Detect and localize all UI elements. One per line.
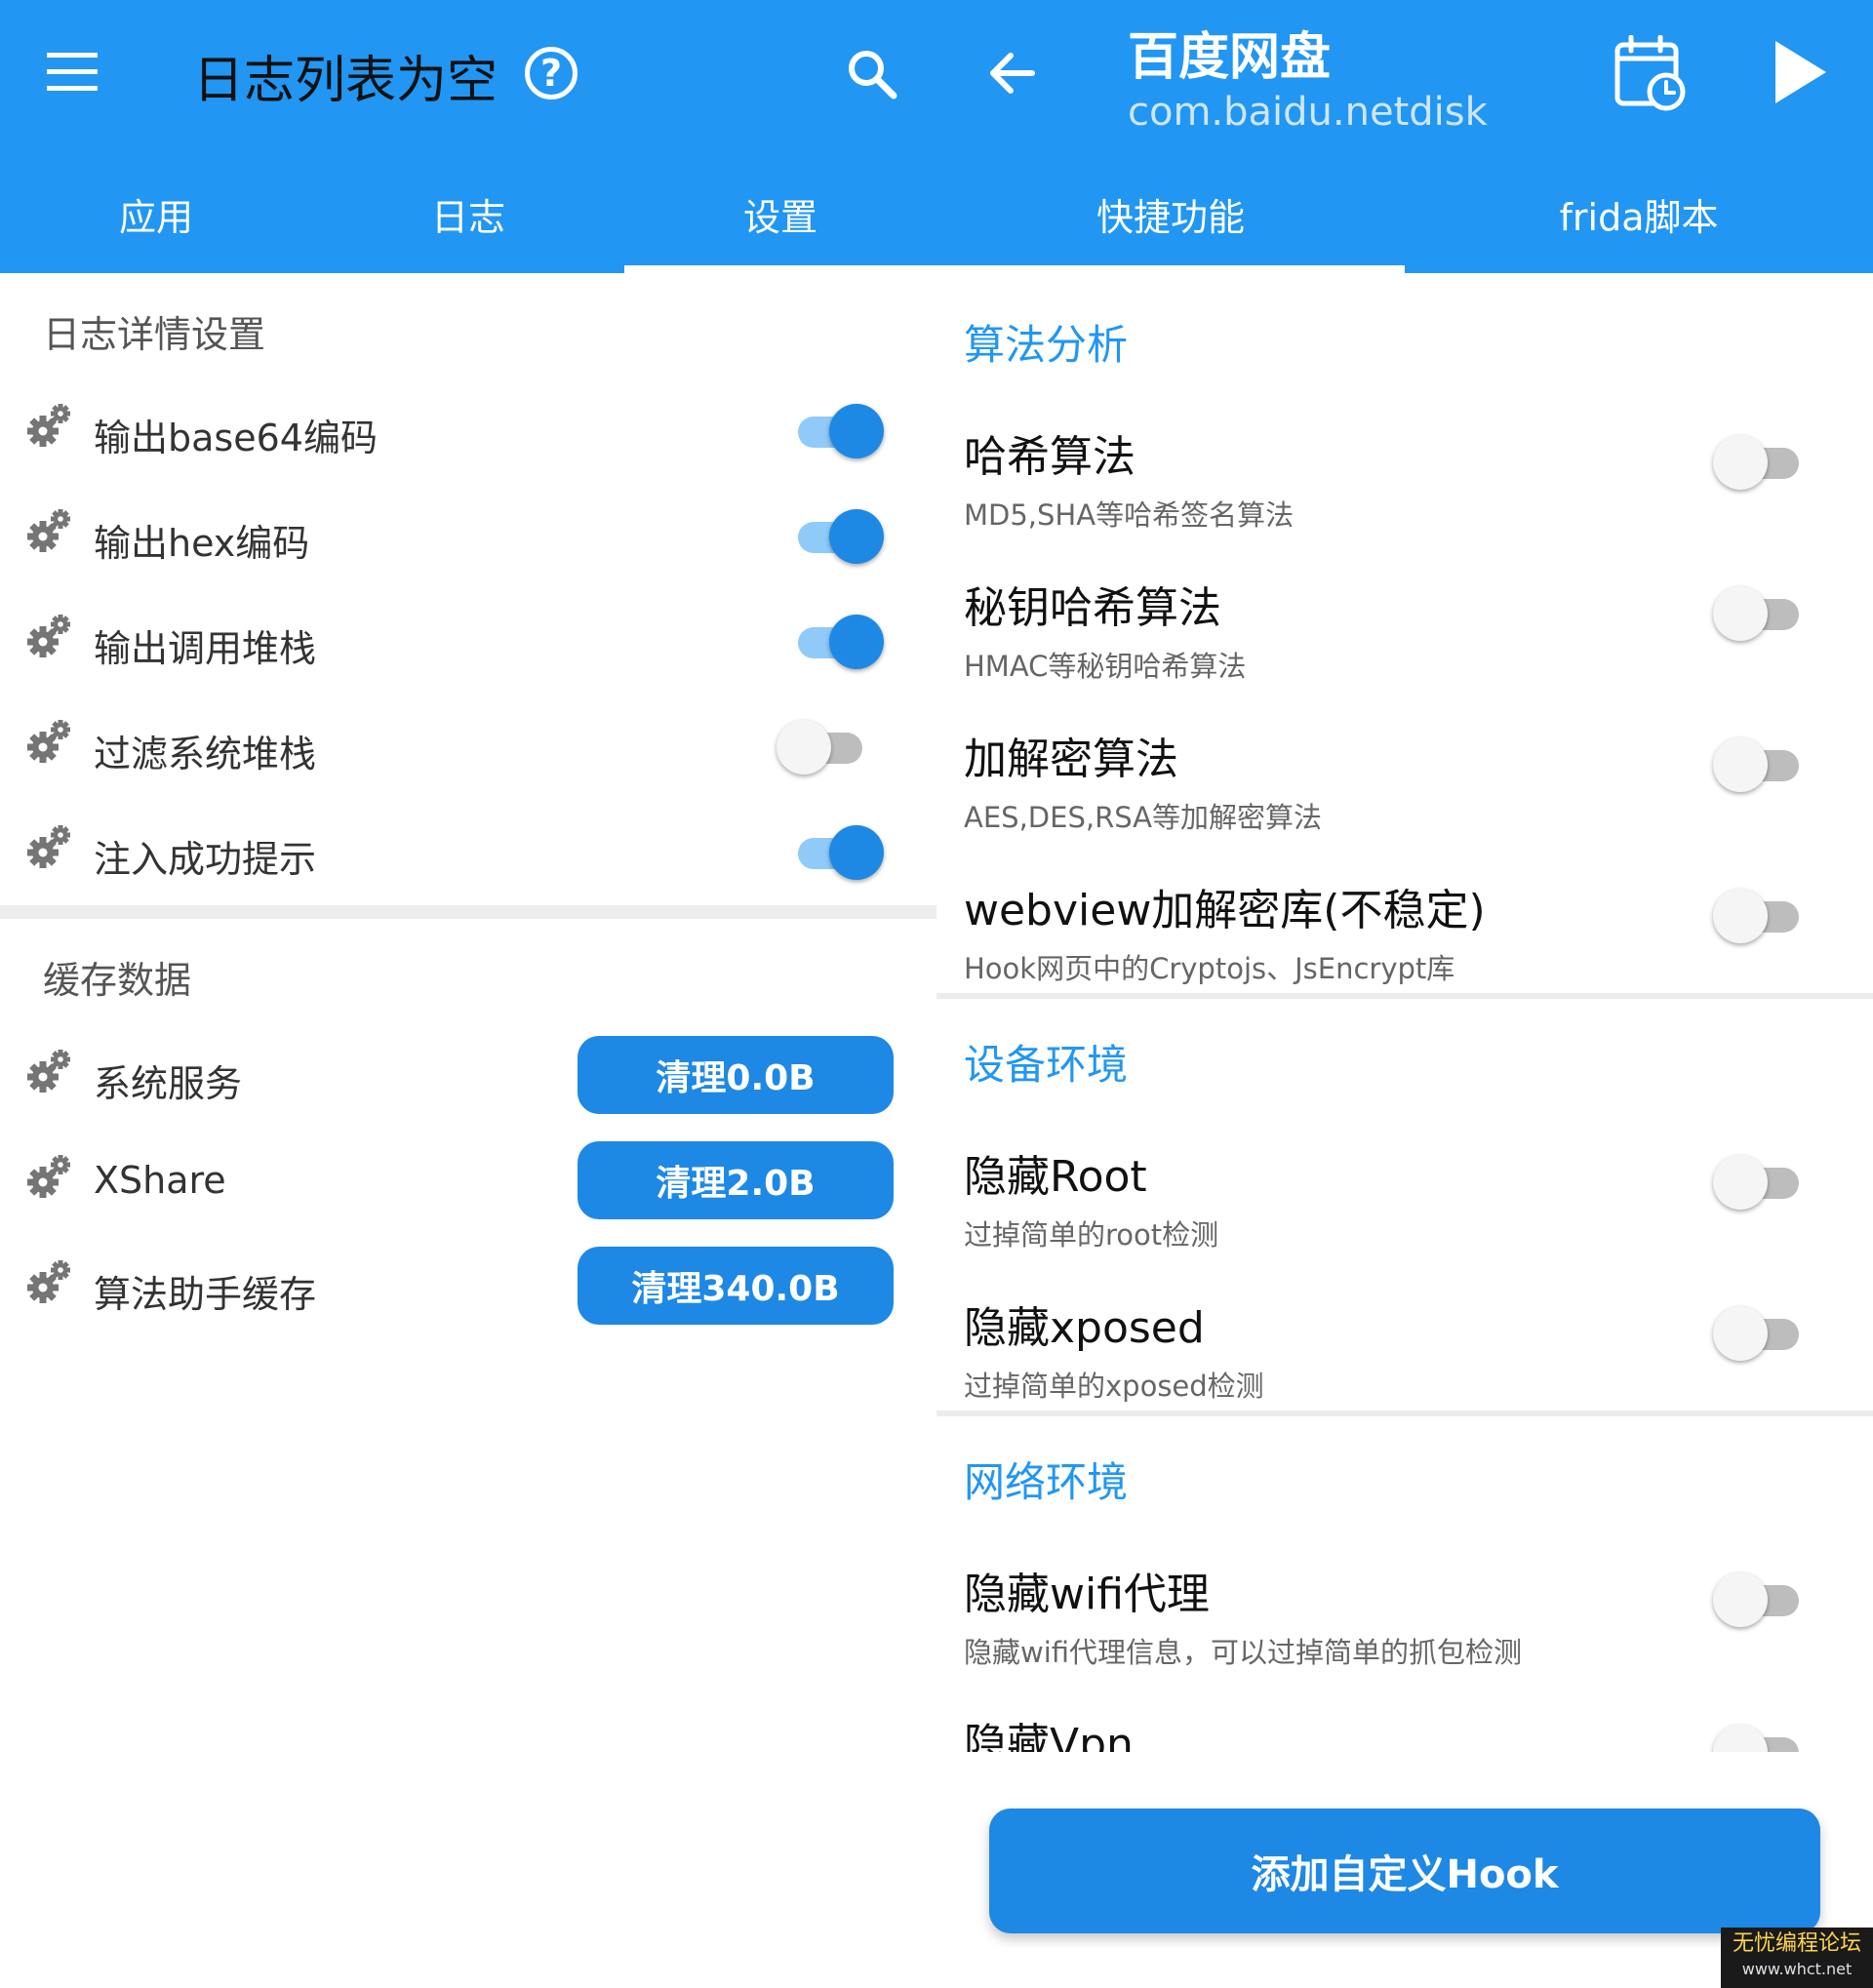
hook-item-title: 隐藏wifi代理	[964, 1570, 1210, 1619]
gear-icon	[27, 720, 70, 763]
hook-item-title: 隐藏Root	[964, 1152, 1147, 1202]
hook-item-title: 加解密算法	[964, 735, 1178, 784]
section-title-cache: 缓存数据	[43, 959, 192, 1002]
play-icon[interactable]	[1772, 39, 1828, 105]
search-icon[interactable]	[845, 47, 897, 99]
tab-quick-functions[interactable]: 快捷功能	[1096, 187, 1245, 241]
calendar-clock-icon[interactable]	[1614, 35, 1688, 111]
tab-settings[interactable]: 设置	[743, 187, 817, 241]
section-title-log-settings: 日志详情设置	[43, 313, 266, 356]
toggle-switch[interactable]	[794, 613, 884, 671]
toggle-switch[interactable]	[794, 402, 884, 460]
app-name: 百度网盘	[1128, 28, 1332, 87]
toggle-switch[interactable]	[1713, 1723, 1803, 1752]
section-divider	[936, 1411, 1873, 1416]
group-title: 算法分析	[964, 321, 1129, 369]
toggle-switch[interactable]	[1713, 584, 1803, 643]
gear-icon	[27, 404, 70, 447]
gear-icon	[27, 1260, 70, 1303]
cache-label: 算法助手缓存	[94, 1273, 317, 1316]
tab-frida-scripts[interactable]: frida脚本	[1560, 187, 1719, 241]
watermark: 无忧编程论坛 www.whct.net	[1721, 1928, 1873, 1988]
add-custom-hook-button[interactable]: 添加自定义Hook	[989, 1809, 1820, 1933]
hook-item-desc: 隐藏wifi代理信息，可以过掉简单的抓包检测	[964, 1636, 1523, 1669]
menu-icon[interactable]	[45, 51, 100, 94]
clear-cache-button[interactable]: 清理2.0B	[578, 1141, 894, 1219]
cache-label: XShare	[94, 1159, 226, 1202]
app-bar: 日志列表为空 ? 应用 日志 设置	[0, 0, 936, 273]
hook-item-desc: 过掉简单的xposed检测	[964, 1370, 1264, 1403]
hook-item-title: 秘钥哈希算法	[964, 583, 1221, 633]
hook-item-desc: Hook网页中的Cryptojs、JsEncrypt库	[964, 952, 1455, 985]
settings-screen: 日志列表为空 ? 应用 日志 设置 日志详情设置 输出base64编码 输出he…	[0, 0, 936, 1988]
toggle-switch[interactable]	[1713, 1571, 1803, 1629]
hook-item-desc: HMAC等秘钥哈希算法	[964, 650, 1247, 683]
tab-apps[interactable]: 应用	[119, 187, 193, 241]
toggle-switch[interactable]	[1713, 736, 1803, 794]
group-title: 设备环境	[964, 1041, 1129, 1089]
toggle-switch[interactable]	[794, 823, 884, 882]
toggle-switch[interactable]	[1713, 1304, 1803, 1363]
hook-item-title: 哈希算法	[964, 432, 1136, 482]
back-arrow-icon[interactable]	[987, 51, 1036, 96]
hook-item-desc: AES,DES,RSA等加解密算法	[964, 801, 1323, 834]
hook-config-screen: 百度网盘 com.baidu.netdisk 快捷功能 frida脚本 算法分析…	[936, 0, 1873, 1988]
gear-icon	[27, 825, 70, 868]
tab-indicator	[624, 265, 936, 273]
clear-cache-button[interactable]: 清理0.0B	[578, 1036, 894, 1114]
page-title: 日志列表为空	[193, 52, 498, 110]
cache-label: 系统服务	[94, 1062, 243, 1105]
package-name: com.baidu.netdisk	[1128, 90, 1488, 135]
tab-indicator	[936, 265, 1405, 273]
gear-icon	[27, 1050, 70, 1093]
clear-cache-button[interactable]: 清理340.0B	[578, 1247, 894, 1325]
toggle-switch[interactable]	[1713, 887, 1803, 945]
group-title: 网络环境	[964, 1458, 1129, 1506]
setting-label: 输出base64编码	[94, 417, 378, 459]
hook-item-title: 隐藏Vpn	[964, 1720, 1134, 1752]
hook-item[interactable]: 隐藏Vpn	[936, 1697, 1873, 1752]
hook-item-desc: MD5,SHA等哈希签名算法	[964, 498, 1295, 532]
watermark-url: www.whct.net	[1741, 1960, 1853, 1978]
hook-item-title: 隐藏xposed	[964, 1303, 1205, 1353]
setting-label: 输出hex编码	[94, 522, 310, 565]
setting-label: 过滤系统堆栈	[94, 733, 317, 775]
hook-item-desc: 过掉简单的root检测	[964, 1218, 1219, 1252]
help-icon[interactable]: ?	[525, 47, 578, 99]
section-divider	[0, 905, 936, 919]
gear-icon	[27, 1155, 70, 1198]
tab-logs[interactable]: 日志	[431, 187, 505, 241]
toggle-switch[interactable]	[777, 718, 866, 776]
gear-icon	[27, 615, 70, 657]
gear-icon	[27, 509, 70, 552]
hook-item-title: webview加解密库(不稳定)	[964, 886, 1486, 935]
screenshot: 日志列表为空 ? 应用 日志 设置 日志详情设置 输出base64编码 输出he…	[0, 0, 1873, 1988]
section-divider	[936, 993, 1873, 999]
app-bar: 百度网盘 com.baidu.netdisk 快捷功能 frida脚本	[936, 0, 1873, 273]
toggle-switch[interactable]	[1713, 1153, 1803, 1212]
toggle-switch[interactable]	[794, 507, 884, 566]
toggle-switch[interactable]	[1713, 433, 1803, 492]
setting-label: 输出调用堆栈	[94, 627, 317, 670]
setting-label: 注入成功提示	[94, 838, 317, 881]
watermark-text: 无忧编程论坛	[1732, 1931, 1861, 1956]
